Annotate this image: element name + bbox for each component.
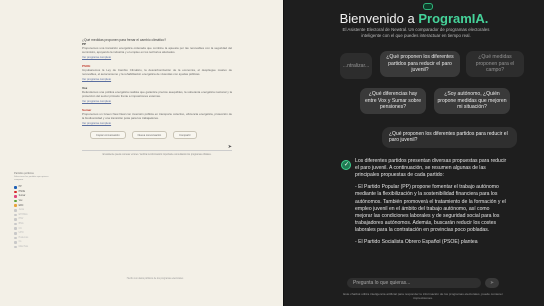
party-name: Más País [18, 246, 29, 249]
assistant-avatar: ✓ [341, 160, 351, 170]
sidebar-subtitle: Selecciona los partidos que quieres comp… [14, 175, 49, 181]
welcome-title-prefix: Bienvenido a [339, 11, 419, 26]
party-name: Sumar [18, 195, 26, 198]
party-color-swatch [14, 218, 17, 221]
party-color-swatch [14, 222, 17, 226]
assistant-paragraph: - El Partido Socialista Obrero Español (… [355, 239, 478, 246]
send-button[interactable]: ➤ [485, 278, 499, 288]
party-color-swatch [14, 204, 17, 207]
party-sidebar: Partidos políticos Selecciona los partid… [14, 172, 56, 249]
suggestion-chip[interactable]: ¿Qué diferencias hay entre Vox y Sumar s… [360, 88, 426, 114]
party-color-swatch [14, 208, 17, 212]
party-answer-text: Proponemos una transición energética ord… [82, 45, 232, 54]
welcome-subtitle: El Asistente Electoral de Newtral. Un co… [342, 27, 490, 38]
party-name: PNV [18, 218, 24, 221]
left-action-buttons: Copiar conversación Nueva conversación C… [90, 131, 232, 139]
party-color-swatch [14, 236, 17, 240]
party-answer-text: Proponemos un Green New Deal con inversi… [82, 111, 232, 120]
party-color-swatch [14, 245, 17, 249]
user-message: ¿Qué proponen los diferentes partidos pa… [382, 127, 517, 148]
left-disclaimer: El asistente puede cometer errores. Veri… [102, 153, 212, 156]
send-icon[interactable]: ➤ [228, 144, 232, 151]
programia-logo-icon [423, 3, 433, 10]
party-color-swatch [14, 241, 17, 244]
share-button[interactable]: Compartir [173, 131, 197, 139]
program-link[interactable]: Ver programa completo [82, 77, 232, 81]
party-name: Junts [18, 209, 25, 212]
party-name: ERC [18, 204, 24, 207]
party-color-swatch [14, 186, 17, 189]
party-name: UPN [18, 232, 24, 235]
assistant-message: Los diferentes partidos presentan divers… [355, 158, 507, 251]
send-icon: ➤ [489, 280, 495, 286]
party-color-swatch [14, 195, 17, 198]
assistant-paragraph: Los diferentes partidos presentan divers… [355, 158, 507, 179]
party-answer-text: Defendemos una política energética reali… [82, 89, 232, 98]
program-link[interactable]: Ver programa completo [82, 55, 232, 59]
left-footer: Hecho con datos públicos de los programa… [126, 278, 184, 280]
party-list: PP PSOE Sumar Vox ERC Junts EH Bildu PNV BNG CC UP… [14, 185, 56, 249]
chat-input-area: Pregunta lo que quieras... ➤ Este chatbo… [341, 272, 505, 306]
check-icon: ✓ [344, 162, 350, 168]
suggestion-chip[interactable]: ...ntralizar... [340, 53, 372, 79]
new-conversation-button[interactable]: Nueva conversación [131, 131, 168, 139]
party-color-swatch [14, 227, 17, 230]
party-name: CC [18, 227, 22, 230]
chat-input[interactable]: Pregunta lo que quieras... [347, 278, 481, 288]
suggestion-chip[interactable]: ¿Soy autónomo, ¿Quién propone medidas qu… [434, 88, 510, 114]
party-name: BNG [18, 223, 24, 226]
program-link[interactable]: Ver programa completo [82, 121, 232, 125]
right-panel: Bienvenido a ProgramIA. El Asistente Ele… [284, 0, 544, 306]
party-name: PSOE [18, 190, 25, 193]
party-answer-text: Impulsaremos la Ley de Cambio Climático,… [82, 67, 232, 76]
party-color-swatch [14, 213, 17, 217]
party-filter-item[interactable]: Más País [14, 245, 56, 250]
party-name: PP [18, 186, 22, 189]
party-color-swatch [14, 231, 17, 235]
chat-disclaimer: Este chatbot utiliza inteligencia artifi… [343, 292, 503, 300]
left-panel: Partidos políticos Selecciona los partid… [0, 0, 283, 306]
brand-name: ProgramIA. [418, 11, 489, 26]
suggestion-chip[interactable]: ¿Qué proponen los diferentes partidos pa… [380, 51, 460, 77]
left-conversation: ¿Qué medidas proponen para frenar el cam… [82, 38, 232, 157]
suggestion-chip[interactable]: ¿Qué medidas proponen para el campo? [466, 51, 524, 77]
party-color-swatch [14, 190, 17, 194]
welcome-title: Bienvenido a ProgramIA. [284, 11, 544, 26]
party-name: Podemos [18, 236, 29, 239]
party-color-swatch [14, 199, 17, 203]
party-name: Cs [18, 241, 22, 244]
copy-conversation-button[interactable]: Copiar conversación [90, 131, 126, 139]
left-chat-input[interactable]: ➤ [82, 144, 232, 151]
party-name: Vox [18, 200, 23, 203]
left-answer-sections: PP Proponemos una transición energética o… [82, 42, 232, 125]
party-name: EH Bildu [18, 213, 28, 216]
program-link[interactable]: Ver programa completo [82, 99, 232, 103]
assistant-paragraph: - El Partido Popular (PP) propone foment… [355, 184, 506, 234]
